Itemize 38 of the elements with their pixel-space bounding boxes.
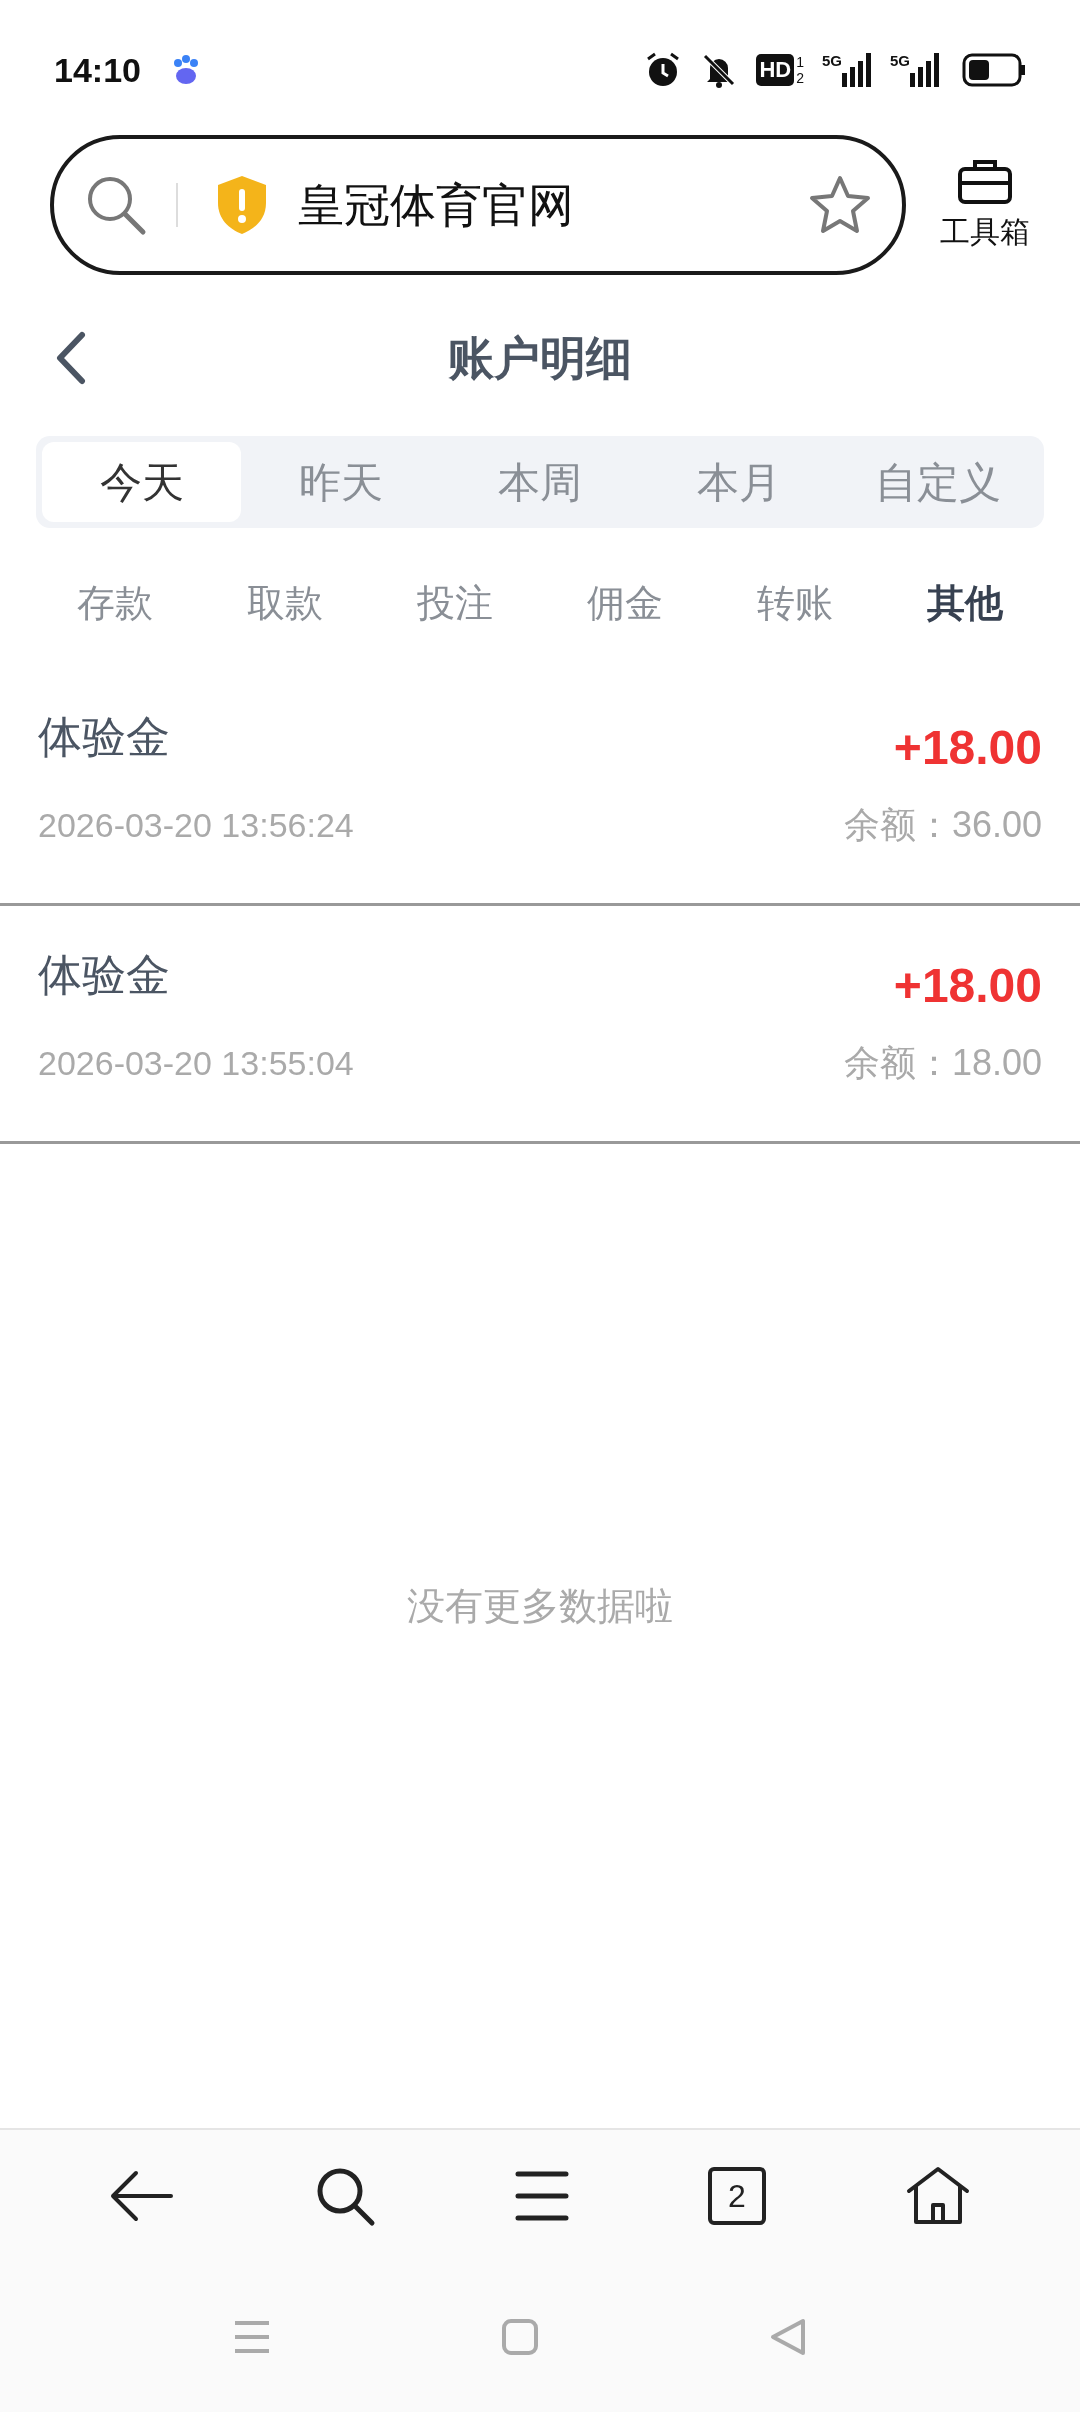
record-balance: 余额：36.00	[843, 803, 1042, 847]
back-icon[interactable]	[54, 331, 88, 385]
back-arrow-icon[interactable]	[109, 2169, 176, 2223]
home-icon[interactable]	[904, 2165, 971, 2227]
period-tab[interactable]: 自定义	[838, 442, 1038, 522]
period-tab[interactable]: 本月	[639, 442, 839, 522]
empty-message: 没有更多数据啦	[407, 1583, 673, 1629]
period-tab[interactable]: 今天	[42, 442, 242, 522]
record-title: 体验金	[38, 711, 171, 763]
category-tab[interactable]: 取款	[200, 574, 370, 632]
category-tab[interactable]: 存款	[30, 574, 200, 632]
network-type: 5G	[821, 53, 842, 69]
address-bar[interactable]: 皇冠体育官网	[50, 135, 906, 275]
signal-icon	[842, 53, 872, 87]
hd-badge: HD	[756, 54, 795, 86]
record-amount: +18.00	[893, 720, 1042, 776]
category-tab[interactable]: 其他	[880, 574, 1050, 632]
category-tab[interactable]: 转账	[710, 574, 880, 632]
toolbox-button[interactable]: 工具箱	[940, 156, 1030, 254]
sim-slot-number: 2	[796, 70, 804, 86]
sim-slot-number: 1	[796, 54, 804, 70]
period-tab[interactable]: 昨天	[241, 442, 441, 522]
tabs-button[interactable]: 2	[707, 2167, 766, 2225]
category-tab[interactable]: 投注	[370, 574, 540, 632]
page-heading: 账户明细	[448, 330, 632, 386]
battery-icon	[962, 53, 1026, 87]
signal-icon	[910, 53, 940, 87]
page-title: 皇冠体育官网	[298, 177, 575, 233]
menu-icon[interactable]	[515, 2170, 569, 2222]
record-time: 2026-03-20 13:55:04	[38, 1043, 354, 1084]
category-tab[interactable]: 佣金	[540, 574, 710, 632]
status-time: 14:10	[54, 49, 141, 91]
record-title: 体验金	[38, 949, 171, 1001]
period-tab[interactable]: 本周	[440, 442, 640, 522]
record-balance: 余额：18.00	[843, 1041, 1042, 1085]
record-time: 2026-03-20 13:56:24	[38, 805, 354, 846]
network-type: 5G	[890, 53, 910, 69]
record-amount: +18.00	[893, 958, 1042, 1014]
